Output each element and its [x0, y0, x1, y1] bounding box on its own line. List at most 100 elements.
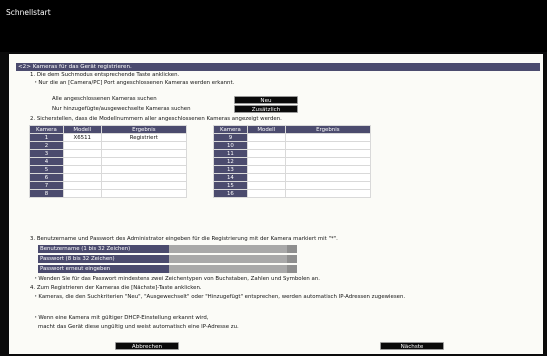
table-row: 10	[213, 141, 372, 150]
table-row: 14	[213, 173, 372, 182]
cell-model	[62, 157, 102, 166]
cell-model	[246, 141, 286, 150]
password-input[interactable]	[169, 255, 287, 263]
table-row: 13	[213, 165, 372, 174]
table-row: 11	[213, 149, 372, 158]
cell-model	[246, 165, 286, 174]
table-row: 16	[213, 189, 372, 198]
cell-camera-number: 11	[213, 149, 248, 158]
cell-camera-number: 8	[29, 189, 64, 198]
cell-camera-number: 6	[29, 173, 64, 182]
password-label: Passwort (8 bis 32 Zeichen)	[38, 255, 169, 263]
step3-title: 3. Benutzername und Passwort des Adminis…	[30, 236, 338, 242]
camera-table-1-8: Kamera Modell Ergebnis 1 X6511 Registriert…	[29, 125, 188, 198]
cell-result	[100, 165, 188, 174]
cell-model	[246, 149, 286, 158]
window-title: Schnellstart	[6, 8, 51, 17]
column-header-camera: Kamera	[29, 125, 64, 134]
column-header-result: Ergebnis	[100, 125, 188, 134]
cell-camera-number: 13	[213, 165, 248, 174]
cell-camera-number: 9	[213, 133, 248, 142]
cell-camera-number: 7	[29, 181, 64, 190]
table-row: 9	[213, 133, 372, 142]
cell-result	[100, 149, 188, 158]
cell-camera-number: 15	[213, 181, 248, 190]
table-row: 12	[213, 157, 372, 166]
cell-camera-number: 12	[213, 157, 248, 166]
cell-camera-number: 1	[29, 133, 64, 142]
username-label: Benutzername (1 bis 32 Zeichen)	[38, 245, 169, 253]
password-input-end	[287, 255, 297, 263]
cell-model	[62, 189, 102, 198]
step2-title: 2. Sicherstellen, dass die Modellnummern…	[30, 116, 282, 122]
table-row: 5	[29, 165, 188, 174]
next-button[interactable]: Nächste	[380, 342, 444, 350]
step1-title: 1. Die dem Suchmodus entsprechende Taste…	[30, 72, 180, 78]
cell-model	[246, 157, 286, 166]
column-header-model: Modell	[246, 125, 286, 134]
cell-result	[284, 149, 372, 158]
cell-result	[100, 173, 188, 182]
cell-result	[284, 181, 372, 190]
search-all-button[interactable]: Neu	[234, 96, 298, 104]
section-header: <2> Kameras für das Gerät registrieren.	[16, 63, 540, 71]
table-header-row: Kamera Modell Ergebnis	[29, 125, 188, 134]
cell-model	[62, 141, 102, 150]
search-all-label: Alle angeschlossenen Kameras suchen	[52, 96, 157, 102]
cell-model	[246, 181, 286, 190]
step1-note: ・Nur die an [Camera/PC] Port angeschloss…	[33, 80, 235, 86]
cell-result	[100, 157, 188, 166]
search-new-label: Nur hinzugefügte/ausgewechselte Kameras …	[52, 106, 191, 112]
cell-result	[100, 141, 188, 150]
table-row: 1 X6511 Registriert	[29, 133, 188, 142]
cell-result	[284, 165, 372, 174]
cell-result	[284, 173, 372, 182]
cell-result	[284, 141, 372, 150]
cell-camera-number: 3	[29, 149, 64, 158]
password-repeat-input[interactable]	[169, 265, 287, 273]
search-new-button[interactable]: Zusätzlich	[234, 105, 298, 113]
username-input-end	[287, 245, 297, 253]
password-repeat-label: Passwort erneut eingeben	[38, 265, 169, 273]
table-row: 15	[213, 181, 372, 190]
step4-title: 4. Zum Registrieren der Kameras die [Näc…	[30, 285, 202, 291]
cell-model	[62, 165, 102, 174]
step4-note2b: macht das Gerät diese ungültig und weist…	[38, 324, 239, 330]
step4-note2a: ・Wenn eine Kamera mit gültiger DHCP-Eins…	[33, 315, 209, 321]
password-repeat-input-end	[287, 265, 297, 273]
cell-camera-number: 5	[29, 165, 64, 174]
camera-table-9-16: Kamera Modell Ergebnis 9 10 11 12 13 14 15 16	[213, 125, 372, 198]
table-row: 8	[29, 189, 188, 198]
cell-model	[62, 173, 102, 182]
column-header-model: Modell	[62, 125, 102, 134]
step4-note1: ・Kameras, die den Suchkriterien "Neu", "…	[33, 294, 406, 300]
table-row: 2	[29, 141, 188, 150]
cell-camera-number: 14	[213, 173, 248, 182]
cell-result	[100, 189, 188, 198]
table-row: 6	[29, 173, 188, 182]
cell-result	[284, 133, 372, 142]
cell-camera-number: 10	[213, 141, 248, 150]
cell-model	[246, 173, 286, 182]
table-header-row: Kamera Modell Ergebnis	[213, 125, 372, 134]
cell-result: Registriert	[100, 133, 188, 142]
title-bar: Schnellstart	[0, 0, 547, 52]
cell-model	[62, 181, 102, 190]
cell-model	[246, 133, 286, 142]
column-header-result: Ergebnis	[284, 125, 372, 134]
cell-model	[62, 149, 102, 158]
cell-camera-number: 2	[29, 141, 64, 150]
cell-camera-number: 4	[29, 157, 64, 166]
cancel-button[interactable]: Abbrechen	[115, 342, 179, 350]
cell-result	[284, 157, 372, 166]
table-row: 4	[29, 157, 188, 166]
step3-note: ・Wenden Sie für das Passwort mindestens …	[33, 276, 320, 282]
table-row: 3	[29, 149, 188, 158]
column-header-camera: Kamera	[213, 125, 248, 134]
cell-result	[284, 189, 372, 198]
table-row: 7	[29, 181, 188, 190]
cell-model: X6511	[62, 133, 102, 142]
cell-result	[100, 181, 188, 190]
cell-camera-number: 16	[213, 189, 248, 198]
username-input[interactable]	[169, 245, 287, 253]
